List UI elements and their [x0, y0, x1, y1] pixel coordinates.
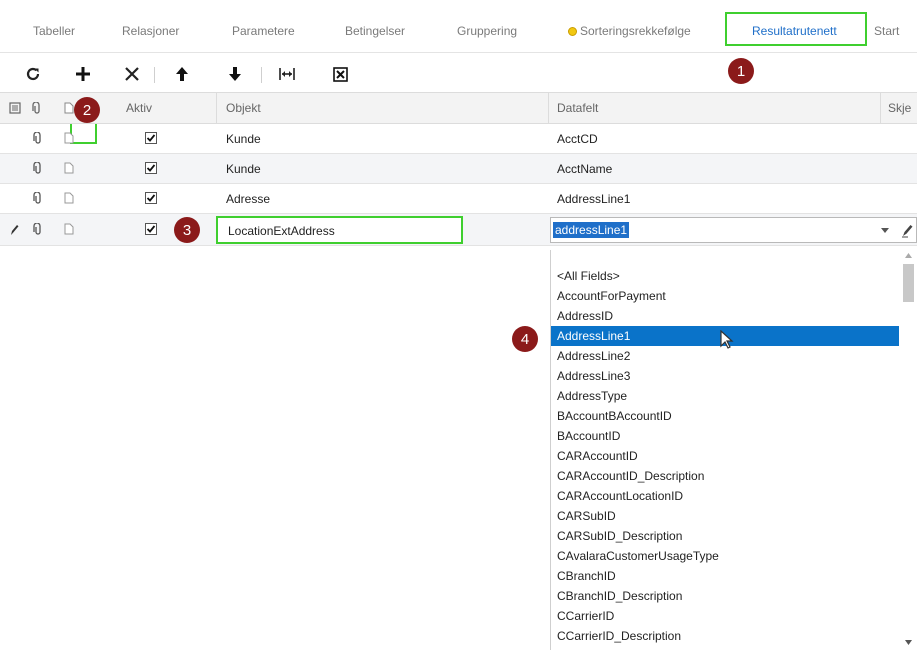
- dropdown-option[interactable]: CARAccountID: [551, 446, 899, 466]
- delete-row-button[interactable]: [117, 56, 147, 92]
- dropdown-option[interactable]: AccountForPayment: [551, 286, 899, 306]
- tab-gruppering[interactable]: Gruppering: [457, 24, 517, 38]
- fit-width-button[interactable]: [272, 56, 302, 92]
- datafelt-combobox[interactable]: addressLine1: [550, 217, 917, 243]
- notes-header-icon: [9, 102, 21, 114]
- datafelt-cell[interactable]: AddressLine1: [557, 192, 630, 206]
- column-divider: [216, 93, 217, 123]
- file-icon[interactable]: [64, 192, 74, 204]
- dropdown-option[interactable]: CCarrierID: [551, 606, 899, 626]
- scrollbar-thumb[interactable]: [903, 264, 914, 302]
- datafelt-cell[interactable]: AcctCD: [557, 132, 598, 146]
- attachment-header-icon: [32, 102, 40, 114]
- tab-tabeller[interactable]: Tabeller: [33, 24, 75, 38]
- column-header-datafelt[interactable]: Datafelt: [557, 101, 598, 115]
- column-divider: [880, 93, 881, 123]
- dropdown-scrollbar[interactable]: [900, 250, 917, 650]
- toolbar: [0, 56, 917, 144]
- dropdown-option[interactable]: <All Fields>: [551, 266, 899, 286]
- attachment-icon[interactable]: [33, 162, 43, 175]
- file-icon[interactable]: [64, 223, 74, 235]
- dropdown-option[interactable]: BAccountBAccountID: [551, 406, 899, 426]
- table-row[interactable]: Kunde AcctName: [0, 154, 917, 184]
- scroll-up-icon[interactable]: [905, 253, 912, 258]
- datafelt-cell[interactable]: AcctName: [557, 162, 612, 176]
- grid-header: Aktiv Objekt Datafelt Skje: [0, 92, 917, 124]
- move-up-icon: [176, 67, 188, 81]
- pencil-icon: [11, 225, 19, 235]
- tab-betingelser[interactable]: Betingelser: [345, 24, 405, 38]
- column-header-skjema[interactable]: Skje: [888, 101, 911, 115]
- callout-badge-4: 4: [512, 326, 538, 352]
- dropdown-option[interactable]: AddressType: [551, 386, 899, 406]
- dropdown-option[interactable]: CCarrierID_Description: [551, 626, 899, 646]
- move-down-icon: [229, 67, 241, 81]
- table-row[interactable]: Kunde AcctCD: [0, 124, 917, 154]
- objekt-cell[interactable]: Kunde: [226, 162, 261, 176]
- callout-badge-2: 2: [74, 97, 100, 123]
- tab-divider: [0, 52, 917, 53]
- callout-badge-3: 3: [174, 217, 200, 243]
- dropdown-option[interactable]: BAccountID: [551, 426, 899, 446]
- column-divider: [548, 93, 549, 123]
- dropdown-option[interactable]: CARSubID: [551, 506, 899, 526]
- attachment-icon[interactable]: [33, 192, 43, 205]
- objekt-cell[interactable]: Kunde: [226, 132, 261, 146]
- table-row[interactable]: Adresse AddressLine1: [0, 184, 917, 214]
- tab-sorteringsrekkefolge-label: Sorteringsrekkefølge: [580, 24, 691, 38]
- tab-start[interactable]: Start: [874, 24, 899, 38]
- dropdown-option[interactable]: AddressLine3: [551, 366, 899, 386]
- callout-badge-1: 1: [728, 58, 754, 84]
- file-header-icon: [64, 102, 74, 114]
- dropdown-option[interactable]: CAvalaraCustomerUsageType: [551, 546, 899, 566]
- warning-icon: [568, 27, 577, 36]
- file-icon[interactable]: [64, 162, 74, 174]
- dropdown-option[interactable]: CARSubID_Description: [551, 526, 899, 546]
- move-down-button[interactable]: [220, 56, 250, 92]
- export-excel-button[interactable]: [325, 56, 355, 92]
- refresh-icon: [26, 67, 40, 81]
- datafelt-combobox-value: addressLine1: [553, 222, 630, 238]
- aktiv-checkbox[interactable]: [145, 132, 157, 144]
- dropdown-option[interactable]: CARAccountID_Description: [551, 466, 899, 486]
- attachment-icon[interactable]: [33, 223, 43, 236]
- aktiv-checkbox[interactable]: [145, 192, 157, 204]
- attachment-icon[interactable]: [33, 132, 43, 145]
- tab-parametere[interactable]: Parametere: [232, 24, 295, 38]
- toolbar-separator: [261, 67, 262, 83]
- add-row-button[interactable]: [68, 56, 98, 92]
- aktiv-checkbox[interactable]: [145, 223, 157, 235]
- aktiv-checkbox[interactable]: [145, 162, 157, 174]
- chevron-down-icon[interactable]: [881, 228, 889, 234]
- file-icon[interactable]: [64, 132, 74, 144]
- mouse-cursor-icon: [720, 330, 734, 349]
- dropdown-option[interactable]: CBranchID_Description: [551, 586, 899, 606]
- toolbar-separator: [154, 67, 155, 83]
- delete-icon: [125, 67, 139, 81]
- scroll-down-icon[interactable]: [905, 640, 912, 645]
- dropdown-option[interactable]: CARAccountLocationID: [551, 486, 899, 506]
- add-icon: [76, 67, 90, 81]
- edit-icon[interactable]: [901, 224, 913, 238]
- dropdown-option[interactable]: AddressID: [551, 306, 899, 326]
- column-header-aktiv[interactable]: Aktiv: [126, 101, 152, 115]
- column-header-objekt[interactable]: Objekt: [226, 101, 261, 115]
- refresh-button[interactable]: [18, 56, 48, 92]
- tab-bar: Tabeller Relasjoner Parametere Betingels…: [0, 0, 917, 56]
- move-up-button[interactable]: [167, 56, 197, 92]
- highlight-active-tab: [725, 12, 867, 46]
- tab-relasjoner[interactable]: Relasjoner: [122, 24, 179, 38]
- dropdown-option[interactable]: CBranchID: [551, 566, 899, 586]
- export-excel-icon: [332, 66, 348, 82]
- objekt-input[interactable]: LocationExtAddress: [216, 216, 463, 244]
- objekt-input-value: LocationExtAddress: [228, 224, 335, 238]
- objekt-cell[interactable]: Adresse: [226, 192, 270, 206]
- tab-sorteringsrekkefolge[interactable]: Sorteringsrekkefølge: [568, 24, 691, 38]
- datafelt-dropdown-list[interactable]: <All Fields> AccountForPayment AddressID…: [550, 250, 917, 650]
- fit-width-icon: [279, 68, 295, 80]
